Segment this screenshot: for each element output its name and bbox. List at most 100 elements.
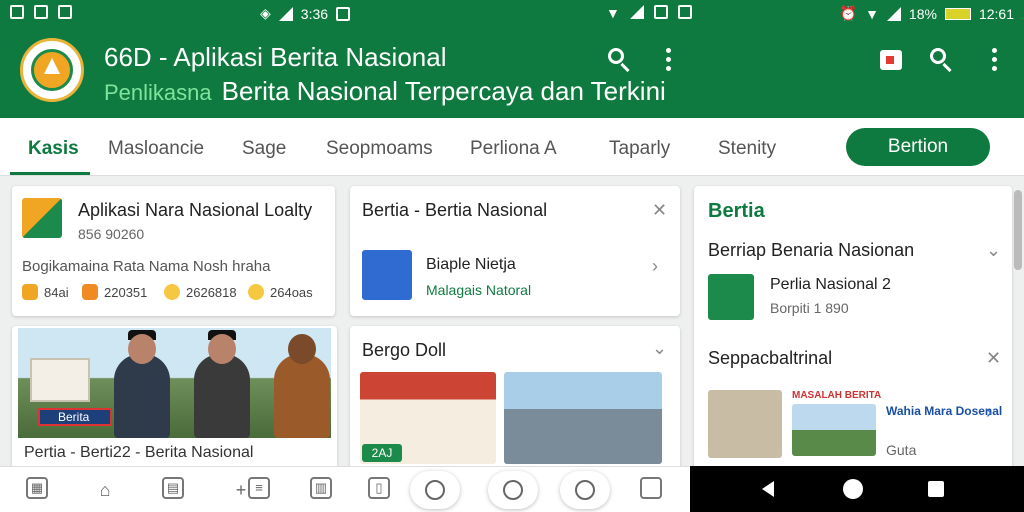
building-shape [30, 358, 90, 402]
news-card-3[interactable]: Bertia - Bertia Nasional ✕ Biaple Nietja… [350, 186, 680, 316]
app-subtitle-text: Berita Nasional Terpercaya dan Terkini [221, 76, 666, 106]
scrollbar[interactable] [1014, 190, 1022, 270]
chevron-down-icon[interactable]: ⌄ [652, 338, 667, 359]
bottom-navigation: ▦ ⌂ ▤ + ≡ ▥ ▯ [0, 466, 690, 512]
stat-3: 2626818 [164, 284, 237, 300]
nav-circle-button-2[interactable] [488, 471, 538, 509]
logo-peak [44, 58, 60, 74]
notification-icon [336, 6, 351, 21]
status-time-left: 3:36 [300, 5, 329, 22]
card-title: Bertia - Bertia Nasional [362, 200, 548, 220]
close-icon[interactable]: ✕ [652, 200, 667, 221]
tab-stenity[interactable]: Stenity [718, 138, 776, 160]
card-caption: Pertia - Berti22 - Berita Nasional [24, 444, 254, 461]
item-tag: MASALAH BERITA [792, 390, 882, 401]
news-card-1[interactable]: Aplikasi Nara Nasional Loalty 856 90260 … [12, 186, 335, 316]
more-vert-icon[interactable] [654, 46, 684, 76]
item-title: Biaple Nietja [426, 256, 516, 273]
card-title: Bergo Doll [362, 340, 447, 360]
gallery-icon [34, 5, 48, 19]
wifi-icon: ▼ [606, 5, 620, 21]
bag-nav-icon[interactable]: ▤ [162, 477, 184, 499]
status-time-right: 12:61 [978, 5, 1014, 22]
news-card-4[interactable]: Bergo Doll ⌄ 2AJ [350, 326, 680, 476]
action-button[interactable]: Bertion [846, 128, 990, 166]
nav-circle-button-3[interactable] [560, 471, 610, 509]
status-mid: ◈ 3:36 [260, 5, 351, 22]
section-title: Berriap Benaria Nasionan [708, 240, 915, 260]
recents-icon[interactable] [928, 481, 944, 497]
battery-percent: 18% [908, 5, 937, 22]
signal-icon-2 [629, 5, 644, 19]
close-icon[interactable]: ✕ [986, 348, 1001, 369]
store-icon[interactable]: ▥ [310, 477, 332, 499]
nav-circle-button-1[interactable] [410, 471, 460, 509]
stat-icon [82, 284, 98, 300]
app-title: 66D - Aplikasi Berita Nasional [104, 42, 447, 72]
status-mid2: ▼ [606, 5, 692, 21]
stat-value: 84ai [44, 284, 69, 300]
news-photo: Berita [18, 328, 331, 438]
chevron-right-icon[interactable]: › [986, 402, 992, 423]
stat-icon [22, 284, 38, 300]
news-thumb-icon [708, 274, 754, 320]
download-icon [677, 5, 692, 19]
more-vert-icon-2[interactable] [980, 46, 1010, 76]
news-card-2[interactable]: Berita Pertia - Berti22 - Berita Nasiona… [12, 326, 337, 476]
category-tabs: Kasis Masloancie Sage Seopmoams Perliona… [0, 118, 1024, 176]
book-icon[interactable]: ▯ [368, 477, 390, 499]
chevron-right-icon[interactable]: › [652, 256, 658, 277]
logo-emblem [31, 49, 73, 91]
section-title: Seppacbaltrinal [708, 348, 833, 368]
tab-kasis[interactable]: Kasis [28, 138, 79, 160]
app-bar: 66D - Aplikasi Berita Nasional Penlikasn… [0, 26, 1024, 118]
image-icon [58, 5, 72, 19]
card-desc: Bogikamaina Rata Nama Nosh hraha [22, 258, 271, 275]
wifi-icon-2: ▼ [865, 5, 879, 22]
tab-taparly[interactable]: Taparly [609, 138, 670, 160]
item-title: Wahia Mara Dosenal [886, 404, 1003, 418]
emoji-icon [248, 284, 264, 300]
sim-icon [10, 5, 24, 19]
item-meta: Borpiti 1 890 [770, 300, 849, 316]
stat-value: 2626818 [186, 284, 237, 300]
alarm-icon: ⏰ [839, 5, 858, 21]
app-subtitle: Penlikasna Berita Nasional Terpercaya dan… [104, 76, 666, 107]
tab-indicator [10, 172, 90, 175]
status-left-icons [10, 5, 72, 19]
home-icon[interactable]: ⌂ [92, 477, 118, 503]
app-logo-icon[interactable] [20, 38, 84, 102]
news-thumb-icon [22, 198, 62, 238]
sd-icon [653, 5, 668, 19]
home-circle-icon[interactable] [843, 479, 863, 499]
news-card-5[interactable]: Bertia Berriap Benaria Nasionan ⌄ Perlia… [694, 186, 1012, 476]
item-meta: Guta [886, 442, 917, 458]
home-grid-icon[interactable]: ▦ [26, 477, 48, 499]
news-photo [708, 390, 782, 458]
chevron-down-icon[interactable]: ⌄ [986, 240, 1001, 261]
battery-icon [944, 7, 971, 20]
search-icon-2[interactable] [928, 46, 958, 76]
signal-icon [278, 6, 293, 21]
bag-icon[interactable] [876, 46, 906, 76]
card-title: Aplikasi Nara Nasional Loalty [78, 200, 313, 220]
tablet-icon[interactable] [640, 477, 662, 499]
item-title: Perlia Nasional 2 [770, 276, 891, 293]
list-icon[interactable]: ≡ [248, 477, 270, 499]
tab-sage[interactable]: Sage [242, 138, 286, 160]
stat-4: 264oas [248, 284, 313, 300]
card-meta: 856 90260 [78, 226, 145, 242]
item-meta: Malagais Natoral [426, 282, 532, 298]
stat-2: 220351 [82, 284, 147, 300]
person-figure [274, 334, 330, 438]
tab-seopmoams[interactable]: Seopmoams [326, 138, 433, 160]
back-icon[interactable] [762, 481, 774, 497]
tab-perliona[interactable]: Perliona A [470, 138, 557, 160]
section-heading: Bertia [708, 200, 765, 222]
news-photo [792, 404, 876, 456]
status-bar: ◈ 3:36 ▼ ⏰ ▼ 18% 12:61 [0, 0, 1024, 26]
tab-masloancie[interactable]: Masloancie [108, 138, 204, 160]
person-figure [114, 330, 170, 438]
search-icon[interactable] [606, 46, 636, 76]
system-navigation-bar [690, 466, 1024, 512]
